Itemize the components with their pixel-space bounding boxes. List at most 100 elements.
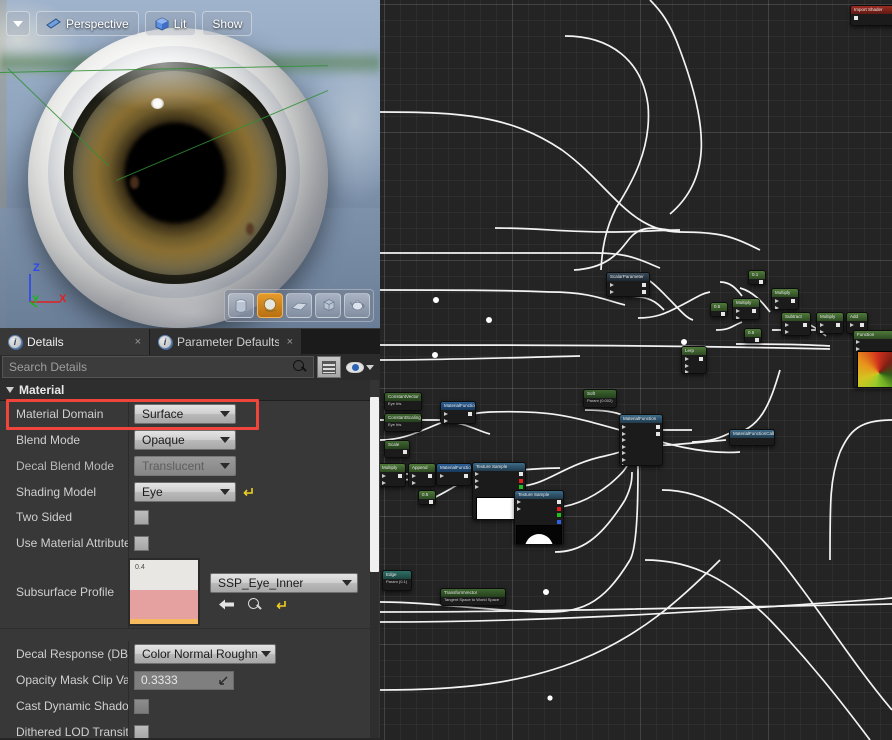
preview-shape-bar bbox=[224, 289, 374, 322]
cast-dynamic-shadow-checkbox[interactable] bbox=[134, 698, 149, 714]
decal-response-combo[interactable]: Color Normal Roughness bbox=[134, 644, 276, 664]
view-options-button[interactable] bbox=[346, 361, 374, 373]
node-transform-vector[interactable]: TransformVector Tangent Space to World S… bbox=[440, 588, 506, 606]
search-input[interactable]: Search Details bbox=[2, 356, 314, 378]
node-scalar-soft[interactable]: Soft Param (0.002) bbox=[583, 389, 617, 408]
section-title: Material bbox=[19, 383, 65, 397]
chevron-down-icon bbox=[220, 463, 230, 469]
property-value bbox=[128, 535, 380, 551]
node-constant-c[interactable]: 0.5 bbox=[744, 328, 762, 343]
node-title: MaterialFunction bbox=[437, 464, 471, 473]
node-const-vector-b[interactable]: ConstantScaling Eye Iris bbox=[384, 413, 422, 432]
node-multiply-b[interactable]: Multiply bbox=[732, 298, 760, 320]
node-import-shader[interactable]: Import Shader bbox=[850, 5, 892, 26]
axis-gizmo: Z Y X bbox=[18, 262, 74, 312]
node-body bbox=[441, 410, 475, 423]
node-const-vector-a[interactable]: ConstantVector Eye Iris bbox=[384, 392, 422, 411]
panel-tab-bar: i Details × i Parameter Defaults × bbox=[0, 328, 380, 355]
reset-arrow-icon[interactable] bbox=[242, 485, 255, 498]
decal-blend-mode-combo: Translucent bbox=[134, 456, 236, 476]
tab-parameter-defaults[interactable]: i Parameter Defaults × bbox=[150, 329, 302, 355]
node-wires bbox=[380, 0, 892, 740]
node-title: Edge bbox=[383, 571, 411, 580]
node-edge[interactable]: Edge Param (0.1) bbox=[382, 570, 412, 591]
tab-details[interactable]: i Details × bbox=[0, 329, 150, 355]
subsurface-profile-thumbnail[interactable]: 0.4 bbox=[128, 558, 200, 626]
node-title: Function bbox=[854, 331, 892, 340]
section-header-material[interactable]: Material bbox=[0, 380, 380, 401]
node-body bbox=[782, 321, 810, 335]
node-material-function-a[interactable]: MaterialFunction bbox=[440, 401, 476, 424]
chevron-down-icon bbox=[220, 437, 230, 443]
show-button[interactable]: Show bbox=[202, 11, 253, 36]
property-row-shading-model: Shading Model Eye bbox=[0, 479, 380, 504]
two-sided-checkbox[interactable] bbox=[134, 509, 149, 525]
blend-mode-combo[interactable]: Opaque bbox=[134, 430, 236, 450]
node-subtract[interactable]: Subtract bbox=[781, 312, 811, 336]
cube-icon bbox=[155, 17, 169, 30]
property-label: Decal Blend Mode bbox=[16, 459, 115, 473]
property-label: Dithered LOD Transition bbox=[16, 725, 128, 738]
material-domain-combo[interactable]: Surface bbox=[134, 404, 236, 424]
preview-shape-cylinder[interactable] bbox=[228, 293, 254, 318]
chevron-down-icon bbox=[220, 488, 230, 495]
details-panel: Material Material Domain Surface Blend M… bbox=[0, 380, 380, 738]
node-multiply-d[interactable]: Multiply bbox=[380, 463, 406, 487]
node-scalar-parameter-top[interactable]: ScalarParameter bbox=[606, 272, 650, 297]
lit-button[interactable]: Lit bbox=[144, 11, 197, 36]
left-panel: Z Y X Perspective Lit Show i Details × i… bbox=[0, 0, 380, 740]
node-function-gradient[interactable]: Function bbox=[853, 330, 892, 388]
node-title: Append bbox=[409, 464, 435, 473]
node-constant-a[interactable]: 0.1 bbox=[748, 270, 766, 285]
node-title: MaterialFunctionCall bbox=[730, 430, 774, 439]
close-icon[interactable]: × bbox=[135, 336, 141, 348]
function-preview-gradient bbox=[857, 350, 892, 387]
details-search-row: Search Details bbox=[0, 354, 380, 380]
node-body bbox=[854, 339, 892, 351]
preview-shape-teapot[interactable] bbox=[344, 293, 370, 318]
shading-model-combo[interactable]: Eye bbox=[134, 481, 236, 502]
node-multiply-a[interactable]: Multiply bbox=[771, 288, 799, 310]
subsurface-profile-combo[interactable]: SSP_Eye_Inner bbox=[210, 572, 358, 593]
node-title: Texture Sample bbox=[473, 463, 525, 472]
search-placeholder: Search Details bbox=[9, 360, 88, 374]
perspective-button[interactable]: Perspective bbox=[36, 11, 139, 36]
node-material-function-main[interactable]: MaterialFunction bbox=[619, 414, 663, 466]
node-constant-b[interactable]: 0.5 bbox=[710, 302, 728, 317]
dithered-lod-transition-checkbox[interactable] bbox=[134, 724, 149, 738]
material-preview-viewport[interactable]: Z Y X Perspective Lit Show bbox=[0, 0, 380, 328]
node-scale[interactable]: Scale bbox=[384, 440, 410, 458]
grid-view-button[interactable] bbox=[317, 356, 341, 378]
node-append[interactable]: Append bbox=[408, 463, 436, 487]
node-constant-d[interactable]: 0.5 bbox=[418, 490, 436, 505]
node-title: Multiply bbox=[733, 299, 759, 308]
property-row-two-sided: Two Sided bbox=[0, 504, 380, 530]
magnifier-icon[interactable] bbox=[248, 597, 262, 612]
node-material-function-b[interactable]: MaterialFunction bbox=[436, 463, 472, 486]
close-icon[interactable]: × bbox=[287, 336, 293, 348]
node-material-function-c[interactable]: MaterialFunctionCall bbox=[729, 429, 775, 446]
reset-arrow-icon[interactable] bbox=[275, 598, 288, 611]
property-row-dithered-lod-transition: Dithered LOD Transition bbox=[0, 719, 380, 738]
use-material-attributes-checkbox[interactable] bbox=[134, 535, 149, 551]
node-title: TransformVector bbox=[441, 589, 505, 598]
preview-shape-cube[interactable] bbox=[315, 293, 341, 318]
details-scrollbar-thumb[interactable] bbox=[370, 397, 379, 572]
node-texture-sample-b[interactable]: Texture Sample bbox=[514, 490, 564, 545]
node-multiply-c[interactable]: Multiply bbox=[816, 312, 844, 334]
property-row-subsurface-profile: Subsurface Profile 0.4 SSP_Eye_Inner bbox=[0, 556, 380, 628]
property-row-blend-mode: Blend Mode Opaque bbox=[0, 427, 380, 453]
preview-shape-plane[interactable] bbox=[286, 293, 312, 318]
opacity-mask-clip-value-field[interactable]: 0.3333 bbox=[134, 670, 234, 690]
node-lerp[interactable]: Lerp bbox=[681, 346, 707, 374]
left-arrow-icon[interactable] bbox=[218, 598, 235, 611]
cylinder-icon bbox=[235, 298, 247, 313]
combo-value: Translucent bbox=[142, 459, 205, 473]
preview-shape-sphere[interactable] bbox=[257, 293, 283, 318]
viewport-options-dropdown[interactable] bbox=[6, 11, 30, 36]
node-subtitle: Param (0.1) bbox=[386, 579, 408, 585]
cube-icon bbox=[323, 299, 334, 311]
teapot-icon bbox=[349, 300, 364, 311]
node-body bbox=[380, 472, 405, 486]
material-node-graph[interactable]: Import Shader ScalarParameter 0.1 Multip… bbox=[380, 0, 892, 740]
